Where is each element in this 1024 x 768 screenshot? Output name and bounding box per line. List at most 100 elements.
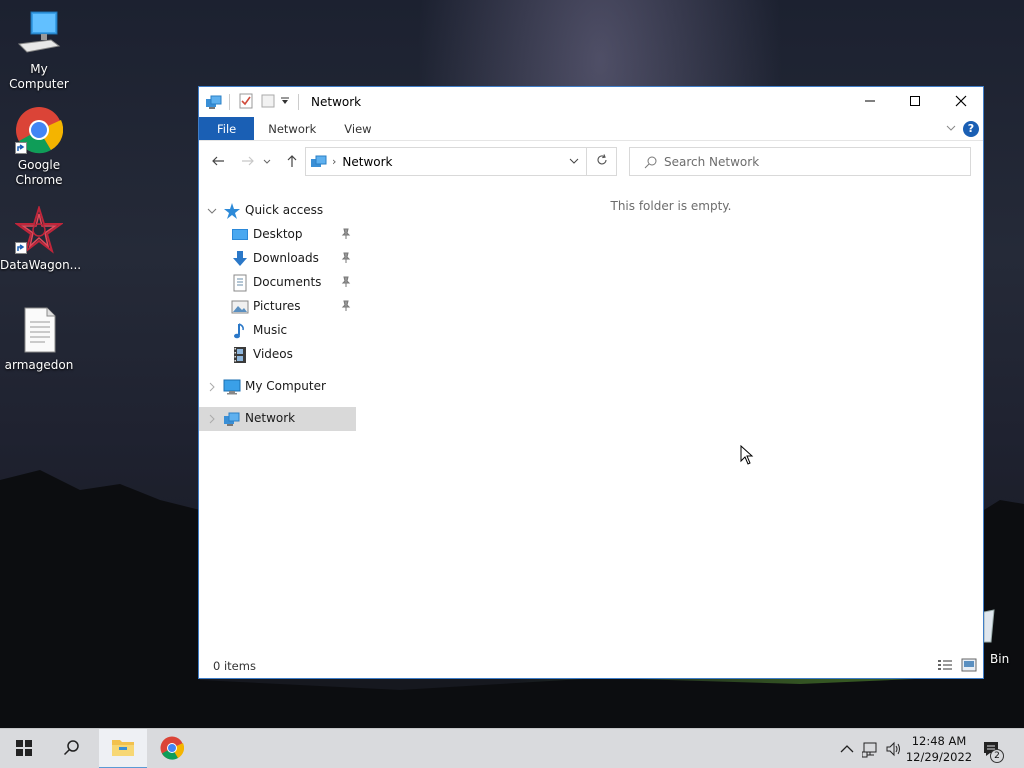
desktop-icon-label: Bin (990, 652, 1010, 666)
help-icon[interactable]: ? (963, 121, 979, 137)
tree-item-my-computer[interactable]: My Computer (199, 375, 356, 399)
tab-network[interactable]: Network (254, 117, 330, 140)
file-list-area[interactable]: This folder is empty. (359, 185, 983, 645)
show-hidden-icons-chevron-icon[interactable] (838, 740, 856, 758)
back-button[interactable] (207, 151, 229, 173)
documents-icon (231, 274, 249, 292)
new-folder-icon[interactable] (260, 93, 278, 111)
pin-icon[interactable] (341, 252, 351, 267)
desktop-icon-datawagon[interactable]: DataWagon... (0, 204, 82, 273)
taskbar-file-explorer[interactable] (99, 729, 147, 768)
pin-icon[interactable] (341, 276, 351, 291)
desktop-icon-label: armagedon (4, 358, 74, 372)
windows-logo-icon (16, 739, 32, 759)
ribbon-tabs: File Network View ? (199, 117, 983, 141)
desktop-icon-recycle-bin[interactable]: Bin (983, 604, 1024, 668)
clock-date: 12/29/2022 (905, 750, 973, 764)
computer-icon (15, 10, 63, 58)
close-icon (955, 95, 967, 110)
expanded-chevron-icon[interactable] (207, 205, 217, 215)
tree-label: Documents (253, 275, 322, 289)
forward-arrow-icon (241, 154, 255, 171)
download-arrow-icon (231, 250, 249, 268)
desktop-icon-my-computer[interactable]: My Computer (0, 10, 78, 92)
network-icon (223, 410, 241, 428)
search-input[interactable] (664, 154, 954, 169)
mouse-cursor-icon (740, 444, 754, 468)
tree-item-quick-access[interactable]: Quick access (199, 199, 356, 223)
shortcut-arrow-icon (15, 142, 27, 154)
network-location-icon (310, 153, 328, 171)
forward-button[interactable] (237, 151, 259, 173)
collapsed-chevron-icon[interactable] (207, 381, 217, 392)
item-count: 0 items (213, 659, 256, 673)
taskbar-google-chrome[interactable] (148, 729, 196, 768)
separator (229, 94, 230, 110)
details-view-icon[interactable] (937, 658, 953, 672)
customize-quick-access-dropdown-icon[interactable] (280, 95, 292, 109)
pictures-icon (231, 298, 249, 316)
tree-item-documents[interactable]: Documents (199, 271, 356, 295)
maximize-icon (909, 95, 921, 110)
navigation-bar: › Network (199, 141, 983, 185)
large-icons-view-icon[interactable] (961, 658, 977, 672)
maximize-button[interactable] (892, 87, 938, 117)
file-explorer-icon (111, 737, 135, 760)
tab-file[interactable]: File (199, 117, 255, 140)
tree-label: Quick access (245, 203, 324, 217)
back-arrow-icon (211, 154, 225, 171)
tab-view[interactable]: View (330, 117, 385, 140)
address-bar[interactable]: › Network (305, 147, 587, 176)
volume-icon[interactable] (885, 740, 903, 758)
minimize-icon (864, 95, 876, 110)
refresh-button[interactable] (587, 147, 617, 176)
desktop-folder-icon (231, 226, 249, 244)
tree-label: Videos (253, 347, 293, 361)
up-button[interactable] (281, 151, 303, 173)
up-arrow-icon (285, 154, 299, 171)
search-box[interactable] (629, 147, 971, 176)
datawagon-star-icon (13, 204, 65, 254)
close-button[interactable] (938, 87, 984, 117)
tree-item-music[interactable]: Music (199, 319, 356, 343)
pin-icon[interactable] (341, 228, 351, 243)
tree-label: Network (245, 411, 296, 425)
tree-label: Downloads (253, 251, 319, 265)
collapsed-chevron-icon[interactable] (207, 413, 217, 424)
file-explorer-window: Network File Network View ? › Network Se… (198, 86, 984, 679)
pin-icon[interactable] (341, 300, 351, 315)
recent-locations-button[interactable] (261, 151, 273, 173)
recycle-bin-icon (983, 608, 996, 647)
desktop-icon-google-chrome[interactable]: Google Chrome (0, 106, 78, 188)
search-button[interactable] (48, 729, 96, 768)
properties-icon[interactable] (238, 93, 256, 111)
tree-item-network[interactable]: Network (199, 407, 356, 431)
title-bar[interactable]: Network (199, 87, 983, 117)
expand-ribbon-chevron-icon[interactable] (945, 122, 957, 137)
refresh-icon (596, 154, 608, 169)
search-icon (63, 739, 81, 760)
computer-icon (223, 378, 241, 396)
clock-time: 12:48 AM (911, 734, 967, 748)
minimize-button[interactable] (847, 87, 893, 117)
tree-item-pictures[interactable]: Pictures (199, 295, 356, 319)
tree-item-desktop[interactable]: Desktop (199, 223, 356, 247)
status-bar: 0 items (199, 654, 983, 678)
network-status-icon[interactable] (861, 740, 880, 758)
tree-label: Pictures (253, 299, 301, 313)
tree-item-videos[interactable]: Videos (199, 343, 356, 367)
network-folder-icon (205, 93, 223, 111)
video-film-icon (231, 346, 249, 364)
system-clock[interactable]: 12:48 AM 12/29/2022 (904, 733, 974, 765)
chrome-icon (160, 736, 185, 763)
separator (298, 94, 299, 110)
address-history-dropdown-icon[interactable] (568, 155, 580, 170)
window-title: Network (311, 95, 362, 109)
tree-item-downloads[interactable]: Downloads (199, 247, 356, 271)
breadcrumb-network[interactable]: Network (342, 155, 392, 169)
desktop-icon-label: DataWagon... (0, 258, 82, 272)
desktop-icon-armagedon[interactable]: armagedon (0, 306, 78, 373)
start-button[interactable] (0, 729, 48, 768)
desktop-icon-label: Google Chrome (15, 158, 63, 187)
tree-label: Desktop (253, 227, 303, 241)
